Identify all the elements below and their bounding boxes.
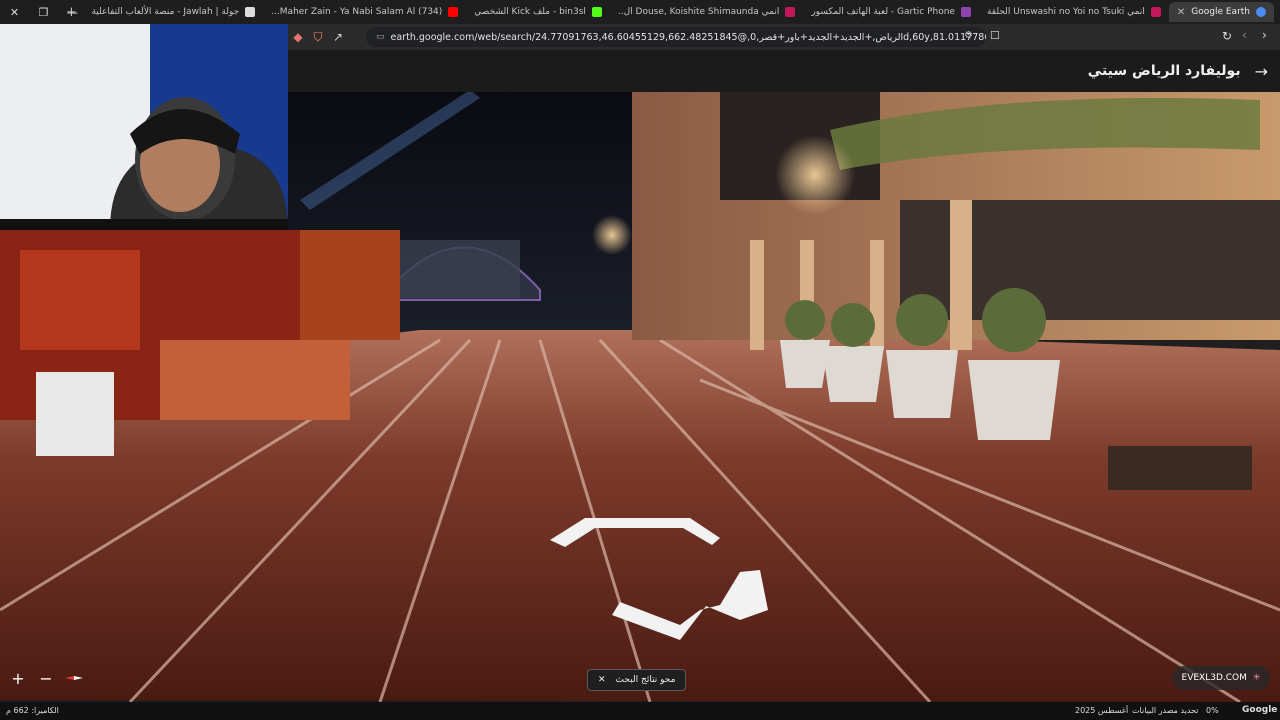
tab-title: Google Earth [1191,7,1250,17]
tab-google-earth[interactable]: Google Earth ✕ [1168,2,1274,22]
window-controls: ✕ ❐ — [0,0,87,24]
watermark-badge: EVEXL3D.COM ✳ [1172,666,1270,690]
sparkle-icon: ✳ [1252,673,1261,683]
place-title: بوليفارد الرياض سيتي [1087,63,1241,79]
anime-site-icon [785,7,796,17]
forward-icon[interactable]: › [1262,28,1267,42]
screen: → بوليفارد الرياض سيتي Google Earth ✕ ان… [0,0,1280,720]
restore-window-icon[interactable]: ❐ [29,6,58,19]
tab-title: جولة | Jawlah - منصة الألعاب التفاعلية [91,7,240,17]
close-window-icon[interactable]: ✕ [0,6,29,19]
zoom-in-button[interactable]: + [6,666,30,690]
compass-icon[interactable] [62,666,86,690]
tab-title: انمي Douse, Koishite Shimaunda ال.. [617,7,780,17]
tab-youtube[interactable]: (734) Maher Zain - Ya Nabi Salam Al... [263,2,466,22]
tab-title: bin3sl - ملف Kick الشخصي [474,7,586,17]
imagery-date: أغسطس 2025 [1075,706,1129,715]
tab-kick[interactable]: bin3sl - ملف Kick الشخصي [466,2,610,22]
url-text: earth.google.com/web/search/24.77091763,… [390,31,986,43]
zoom-controls: + − [6,666,86,690]
kiosk-stall [300,230,400,340]
watermark-text: EVEXL3D.COM [1181,673,1247,683]
brave-shield-icon[interactable]: ⛉ [308,30,328,45]
stadium-wall [400,240,520,298]
anime-site-icon [1150,7,1161,17]
pillar [750,240,764,350]
tab-title: (734) Maher Zain - Ya Nabi Salam Al... [271,7,443,17]
camera-altitude: الكاميرا: 662 م [6,706,59,715]
site-info-icon[interactable]: ▭ [376,32,385,42]
lamp-glow [775,135,855,215]
tab-strip: Google Earth ✕ انمي Unswashi no Yoi no T… [0,0,1280,24]
back-icon[interactable]: ‹ [1242,28,1247,42]
kick-icon [591,7,602,17]
bookmark-icon[interactable]: ☐ [990,29,1000,42]
site-settings-icon[interactable]: ⚙ [964,30,973,41]
status-bar: الكاميرا: 662 م أغسطس 2025 تحديد مصدر ال… [0,702,1280,720]
jawlah-icon [245,7,256,17]
extension-icon[interactable]: ◆ [288,30,308,44]
zoom-out-button[interactable]: − [34,666,58,690]
gartic-icon [960,7,971,17]
tab-title: Gartic Phone - لعبة الهاتف المكسور [811,7,955,17]
close-tab-icon[interactable]: ✕ [1177,7,1185,18]
place-header: → بوليفارد الرياض سيتي [288,50,1280,92]
pillar [950,200,972,350]
clear-search-chip[interactable]: محو نتائج البحث ✕ [587,669,687,691]
webcam-person-image [0,24,288,230]
kiosk-shelves [20,250,140,350]
reload-icon[interactable]: ↻ [1222,29,1232,43]
share-icon[interactable]: ↗ [328,30,348,44]
google-earth-icon [1256,7,1266,17]
clear-search-label: محو نتائج البحث [615,675,676,685]
white-bin [36,372,114,456]
webcam-overlay [0,24,288,230]
tab-gartic[interactable]: Gartic Phone - لعبة الهاتف المكسور [803,2,979,22]
tab-anime-1[interactable]: انمي Unswashi no Yoi no Tsuki الحلقة [979,2,1169,22]
url-field[interactable]: ▭ earth.google.com/web/search/24.7709176… [366,27,986,47]
youtube-icon [448,7,459,17]
tab-title: انمي Unswashi no Yoi no Tsuki الحلقة [986,7,1145,17]
close-icon[interactable]: ✕ [598,675,606,685]
loading-percent: 0% [1206,706,1219,715]
kiosk-counter [160,340,350,420]
back-arrow-icon[interactable]: → [1255,62,1268,81]
tab-anime-2[interactable]: انمي Douse, Koishite Shimaunda ال.. [610,2,803,22]
google-logo: Google [1242,705,1278,715]
data-attribution-link[interactable]: تحديد مصدر البيانات [1132,706,1199,715]
tab-jawlah[interactable]: جولة | Jawlah - منصة الألعاب التفاعلية [83,2,263,22]
address-bar: ◆ ⛉ ↗ ▭ earth.google.com/web/search/24.7… [288,24,1280,50]
bench [1108,446,1252,490]
lamp-glow [592,215,632,255]
minimize-window-icon[interactable]: — [58,6,87,19]
